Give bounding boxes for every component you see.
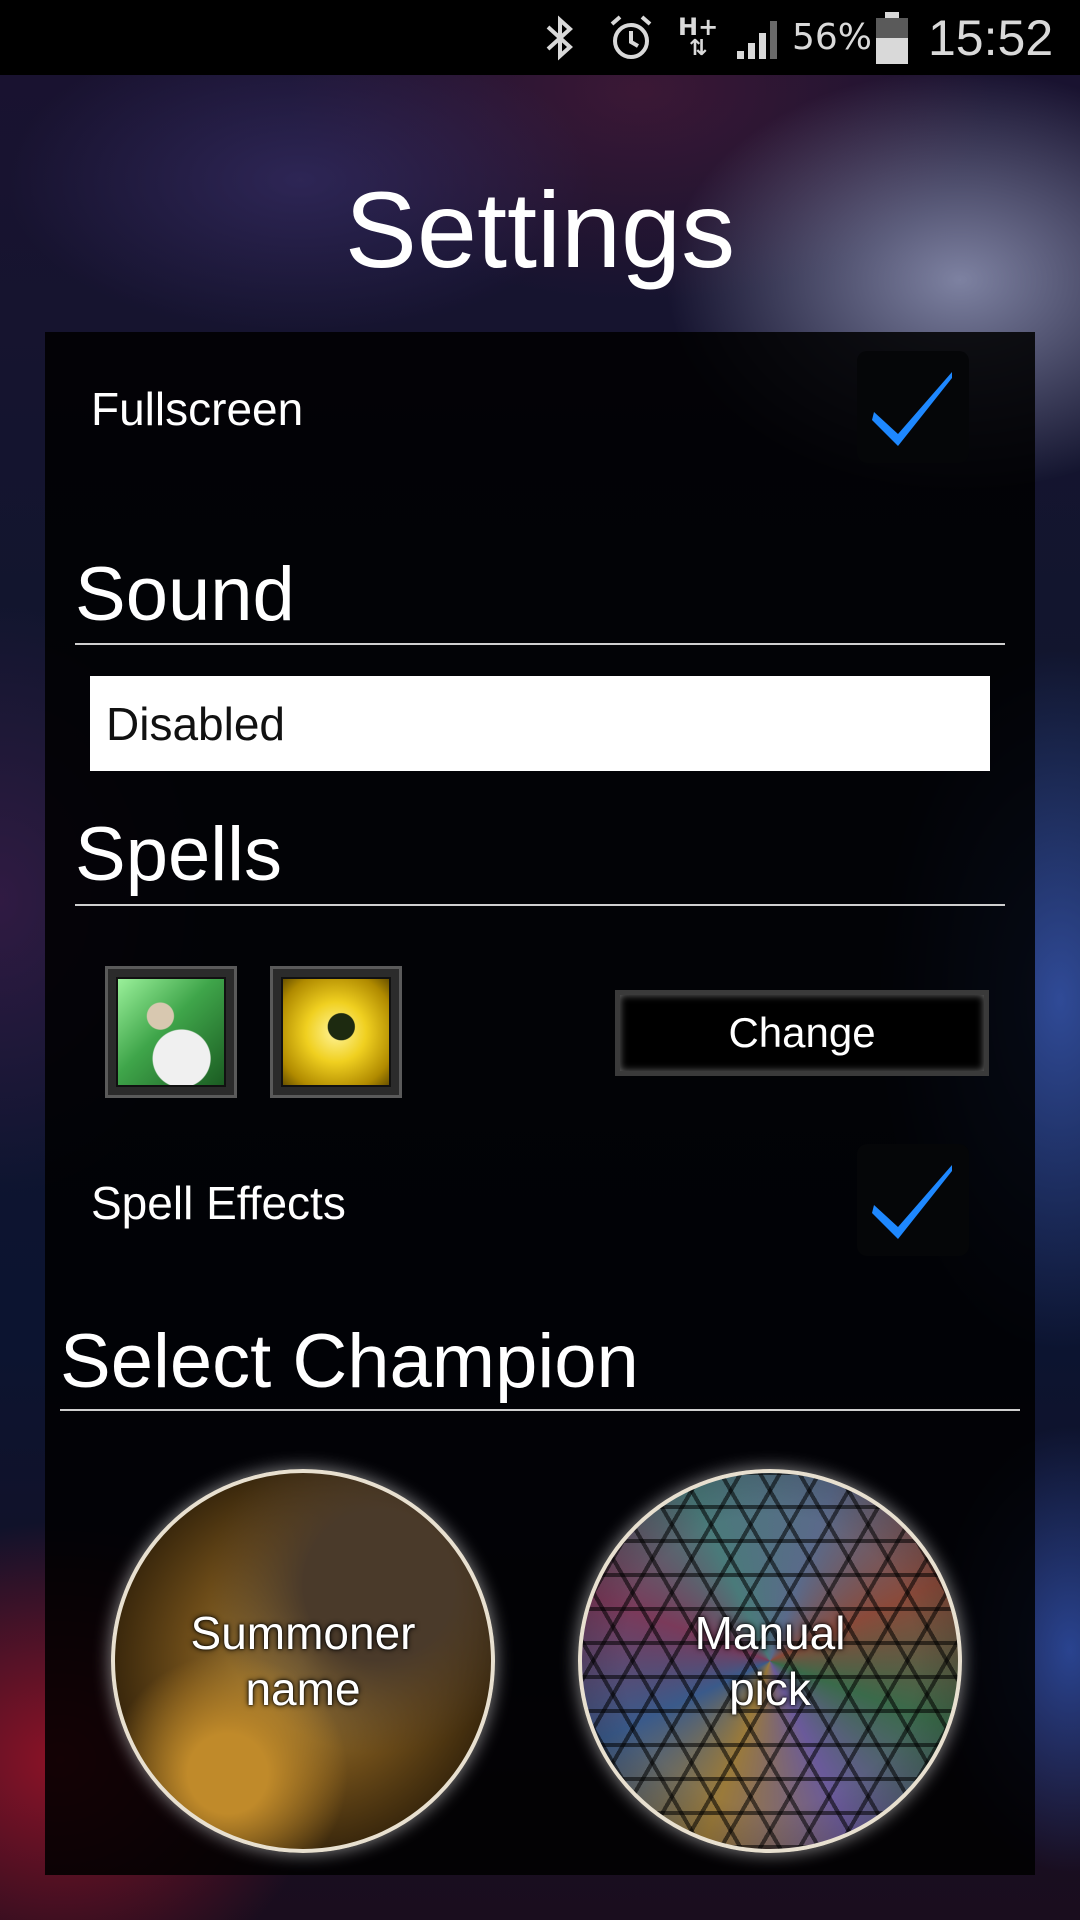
change-spells-button[interactable]: Change <box>615 990 989 1076</box>
status-bar: H+ ⇅ 56% 15:52 <box>0 0 1080 75</box>
select-champion-heading: Select Champion <box>60 1315 1020 1411</box>
flash-spell-icon <box>281 977 391 1087</box>
checkmark-icon <box>872 372 952 446</box>
network-hplus-icon: H+ ⇅ <box>678 0 718 75</box>
alarm-icon <box>606 0 656 75</box>
change-button-label: Change <box>728 1009 876 1056</box>
spells-heading: Spells <box>75 806 1005 906</box>
summoner-name-label: Summoner name <box>190 1607 416 1715</box>
sound-dropdown[interactable]: Disabled <box>90 676 990 771</box>
bluetooth-icon <box>538 0 582 75</box>
clock: 15:52 <box>928 9 1054 66</box>
data-arrows-icon: ⇅ <box>688 35 708 61</box>
signal-icon <box>735 0 783 75</box>
checkmark-icon <box>872 1165 952 1239</box>
fullscreen-checkbox[interactable] <box>857 351 969 463</box>
settings-panel: Fullscreen Sound Disabled Spells Change … <box>45 332 1035 1875</box>
network-type-label: H+ <box>678 12 719 41</box>
spell-effects-checkbox[interactable] <box>857 1144 969 1256</box>
spell-effects-label: Spell Effects <box>91 1177 346 1229</box>
manual-pick-label: Manual pick <box>694 1607 846 1715</box>
spell-slot-1[interactable] <box>105 966 237 1098</box>
summoner-name-option[interactable]: Summoner name <box>111 1469 495 1853</box>
heal-spell-icon <box>116 977 226 1087</box>
fullscreen-label: Fullscreen <box>91 383 304 435</box>
sound-selected-value: Disabled <box>106 697 285 750</box>
page-title: Settings <box>344 169 736 290</box>
battery-percent: 56% <box>792 17 873 58</box>
manual-pick-option[interactable]: Manual pick <box>578 1469 962 1853</box>
spell-slot-2[interactable] <box>270 966 402 1098</box>
battery-icon <box>873 0 911 75</box>
sound-heading: Sound <box>75 547 1005 645</box>
